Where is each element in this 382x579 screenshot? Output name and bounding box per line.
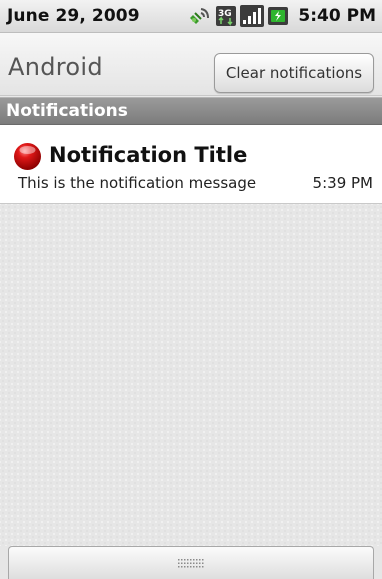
shade-drag-handle[interactable]	[8, 546, 374, 579]
svg-text:3G: 3G	[218, 9, 232, 19]
notification-title: Notification Title	[49, 143, 248, 167]
section-header-label: Notifications	[6, 101, 128, 121]
grip-dots-icon	[178, 559, 204, 568]
app-title: Android	[8, 53, 103, 81]
3g-data-icon: 3G	[216, 6, 237, 26]
notification-time: 5:39 PM	[312, 174, 373, 192]
notification-message: This is the notification message	[18, 174, 257, 192]
gps-icon	[190, 8, 210, 24]
notifications-section-header: Notifications	[0, 97, 382, 125]
bottom-bar	[0, 546, 382, 579]
status-time: 5:40 PM	[298, 6, 376, 26]
red-ball-icon	[14, 143, 41, 170]
battery-icon	[268, 7, 289, 25]
title-bar: Android Clear notifications	[0, 33, 382, 96]
clear-notifications-button[interactable]: Clear notifications	[214, 53, 374, 93]
status-date: June 29, 2009	[7, 6, 140, 26]
status-bar[interactable]: June 29, 2009 3G 5:40 PM	[0, 0, 382, 33]
status-icons: 3G 5:40 PM	[186, 4, 376, 28]
signal-icon	[240, 5, 265, 27]
empty-list-area	[0, 204, 382, 546]
notification-shade: June 29, 2009 3G 5:40 PM Android Clear n…	[0, 0, 382, 579]
notification-item[interactable]: Notification Title This is the notificat…	[0, 125, 382, 204]
